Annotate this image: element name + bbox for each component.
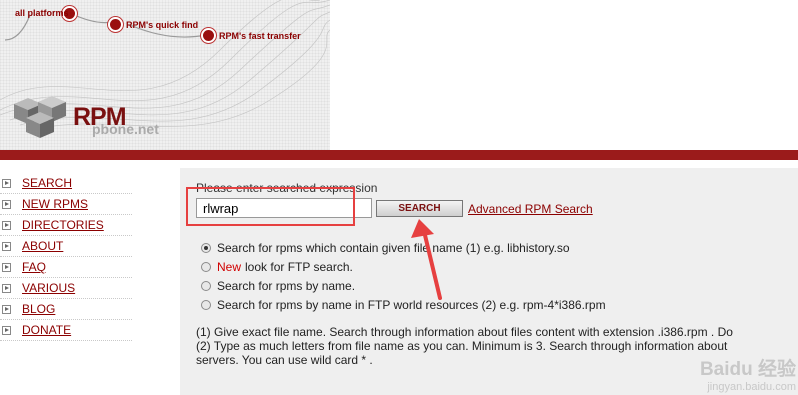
- advanced-search-link[interactable]: Advanced RPM Search: [468, 202, 593, 216]
- sidebar-item-various[interactable]: VARIOUS: [0, 278, 132, 299]
- header-divider: [0, 150, 798, 160]
- radio-button[interactable]: [201, 299, 211, 310]
- sidebar-item-faq[interactable]: FAQ: [0, 257, 132, 278]
- sidebar-item-label[interactable]: VARIOUS: [22, 281, 75, 295]
- sidebar-item-label[interactable]: NEW RPMS: [22, 197, 88, 211]
- help-notes: (1) Give exact file name. Search through…: [196, 325, 798, 367]
- arrow-right-icon: [2, 262, 11, 272]
- arrow-right-icon: [2, 220, 11, 230]
- header-node-label: RPM's quick find: [126, 20, 199, 30]
- radio-button[interactable]: [201, 261, 211, 272]
- search-prompt: Please enter searched expression: [196, 181, 378, 195]
- note-line: (1) Give exact file name. Search through…: [196, 325, 733, 339]
- search-input[interactable]: [196, 198, 372, 218]
- header-node-label: all platforms: [15, 8, 69, 18]
- node-dot-icon: [110, 19, 121, 30]
- search-button[interactable]: SEARCH: [376, 200, 463, 217]
- arrow-right-icon: [2, 283, 11, 293]
- option-label: Search for rpms by name.: [217, 278, 356, 293]
- sidebar-item-label[interactable]: SEARCH: [22, 176, 72, 190]
- sidebar-item-directories[interactable]: DIRECTORIES: [0, 215, 132, 236]
- arrow-right-icon: [2, 241, 11, 251]
- radio-button[interactable]: [201, 242, 211, 253]
- new-badge: New: [217, 259, 242, 274]
- note-line: servers. You can use wild card * .: [196, 353, 373, 367]
- logo-cubes-icon: [14, 96, 66, 138]
- option-ftp-search[interactable]: New look for FTP search.: [201, 257, 606, 276]
- option-label: look for FTP search.: [245, 259, 353, 274]
- sidebar-item-label[interactable]: FAQ: [22, 260, 46, 274]
- sidebar-item-donate[interactable]: DONATE: [0, 320, 132, 341]
- sidebar-item-label[interactable]: DONATE: [22, 323, 71, 337]
- logo-subtitle: pbone.net: [92, 121, 159, 137]
- arrow-right-icon: [2, 178, 11, 188]
- sidebar-nav: SEARCH NEW RPMS DIRECTORIES ABOUT FAQ VA…: [0, 173, 132, 341]
- arrow-right-icon: [2, 304, 11, 314]
- sidebar-item-new-rpms[interactable]: NEW RPMS: [0, 194, 132, 215]
- option-file-name[interactable]: Search for rpms which contain given file…: [201, 238, 606, 257]
- option-label: Search for rpms by name in FTP world res…: [217, 297, 606, 312]
- option-label: Search for rpms which contain given file…: [217, 240, 570, 255]
- note-line: (2) Type as much letters from file name …: [196, 339, 728, 353]
- sidebar-item-about[interactable]: ABOUT: [0, 236, 132, 257]
- header-node-label: RPM's fast transfer: [219, 31, 301, 41]
- option-rpm-name[interactable]: Search for rpms by name.: [201, 276, 606, 295]
- sidebar-item-label[interactable]: ABOUT: [22, 239, 63, 253]
- radio-button[interactable]: [201, 280, 211, 291]
- sidebar-item-blog[interactable]: BLOG: [0, 299, 132, 320]
- search-mode-options: Search for rpms which contain given file…: [201, 238, 606, 314]
- sidebar-item-label[interactable]: BLOG: [22, 302, 55, 316]
- site-header: all platforms RPM's quick find RPM's fas…: [0, 0, 798, 150]
- sidebar-item-label[interactable]: DIRECTORIES: [22, 218, 104, 232]
- search-panel: Please enter searched expression SEARCH …: [180, 168, 798, 395]
- option-ftp-world[interactable]: Search for rpms by name in FTP world res…: [201, 295, 606, 314]
- arrow-right-icon: [2, 325, 11, 335]
- node-dot-icon: [203, 30, 214, 41]
- arrow-right-icon: [2, 199, 11, 209]
- sidebar-item-search[interactable]: SEARCH: [0, 173, 132, 194]
